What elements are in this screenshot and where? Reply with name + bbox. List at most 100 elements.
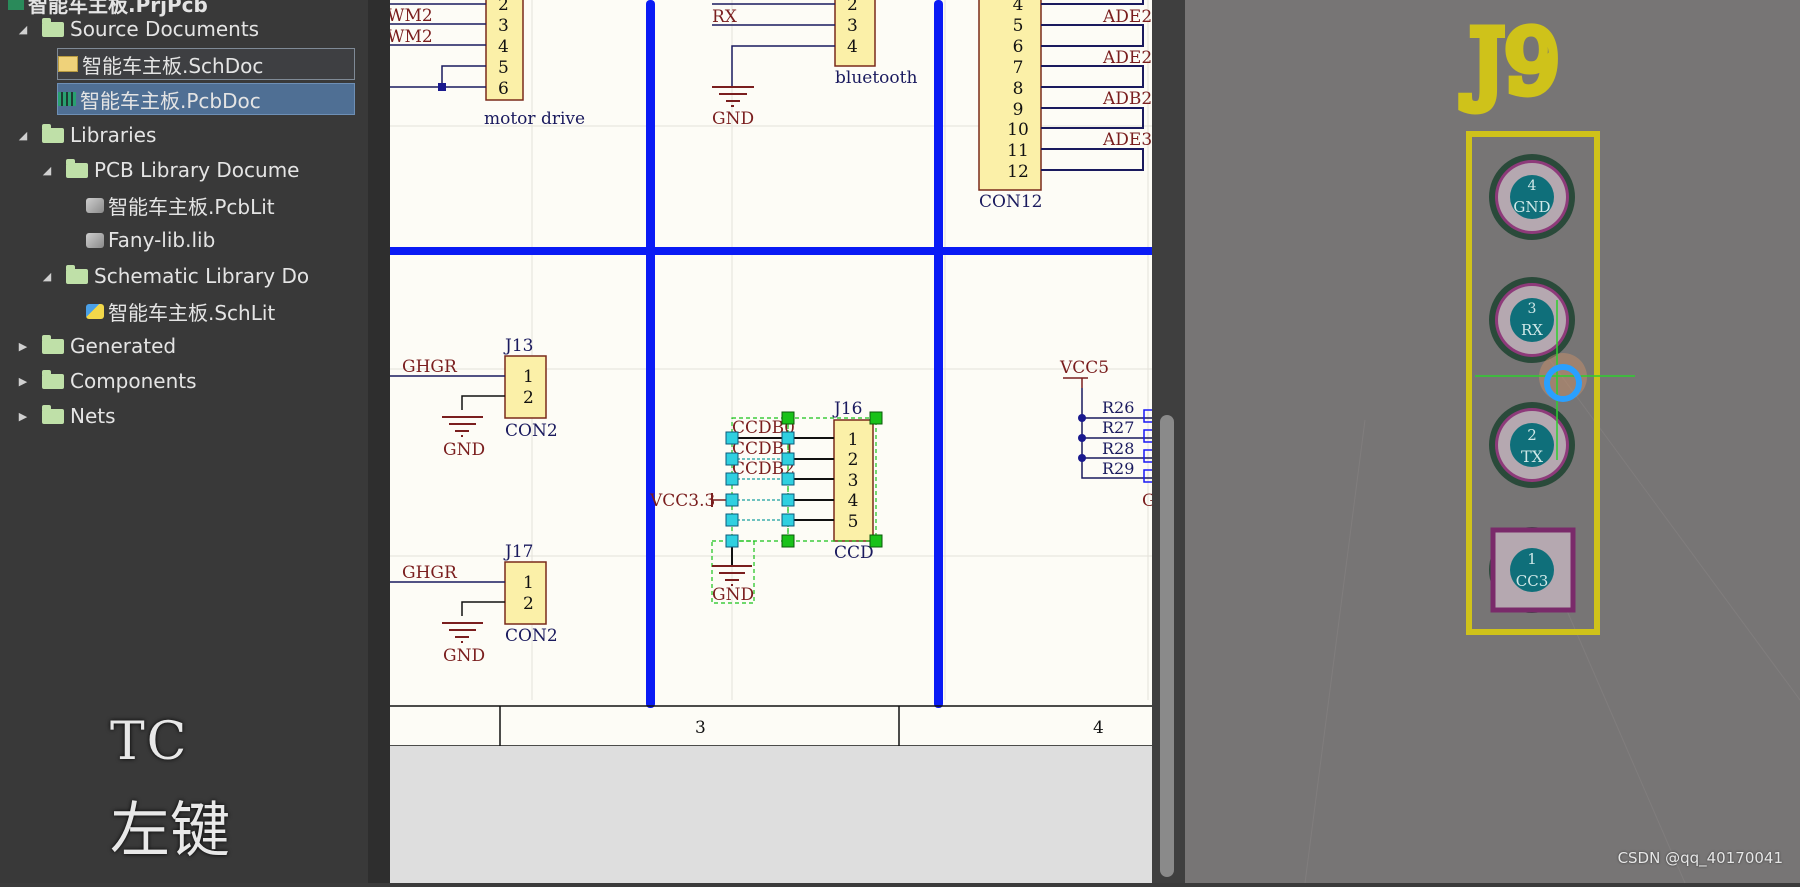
junction-dot [438, 83, 446, 91]
pad-net: CC3 [1516, 572, 1549, 590]
designator: J17 [503, 542, 533, 562]
pad-1[interactable]: 1 CC3 [1489, 527, 1576, 613]
collapse-arrow-icon[interactable]: ▶ [16, 410, 30, 423]
collapse-arrow-icon[interactable]: ▶ [16, 340, 30, 353]
tree-label: 智能车主板.PcbDoc [80, 88, 261, 113]
component-label: CON12 [979, 192, 1042, 212]
component-label: CON2 [505, 626, 558, 646]
schematic-doc-icon [58, 56, 78, 72]
tree-item-schematic-library-documents[interactable]: ◢ Schematic Library Do [40, 261, 309, 291]
component-motor-drive[interactable]: WM2 WM2 2 3 4 5 6 motor drive [387, 0, 585, 129]
folder-icon [42, 17, 64, 37]
pcb-canvas[interactable]: J9 4 GND 3 RX 2 TX 1 CC3 [1185, 0, 1800, 884]
pin-number: 5 [848, 512, 859, 532]
net-label-wm2-b: WM2 [390, 27, 433, 47]
pin-number: 7 [1013, 58, 1024, 78]
pcb-doc-icon [58, 92, 76, 106]
pad-2[interactable]: 2 TX [1489, 402, 1575, 488]
shortcut-action-text: 左键 [110, 796, 230, 866]
pin-number: 1 [523, 573, 534, 593]
pin-number: 3 [847, 16, 858, 36]
pin-number: 11 [1007, 141, 1029, 161]
silkscreen-designator: J9 [1462, 13, 1559, 113]
tree-item-pcbdoc[interactable]: 智能车主板.PcbDoc [57, 83, 355, 115]
net-label-rx: RX [712, 7, 738, 27]
pin-number: 5 [498, 58, 509, 78]
pcb-editor[interactable]: J9 4 GND 3 RX 2 TX 1 CC3 CSDN @qq_401700… [1185, 0, 1800, 884]
schematic-canvas[interactable]: WM2 WM2 2 3 4 5 6 motor drive RX 2 3 4 b… [387, 0, 1163, 747]
tree-item-pcblib[interactable]: 智能车主板.PcbLit [86, 190, 275, 220]
tree-item-components[interactable]: ▶ Components [16, 366, 197, 396]
gnd-label: GND [712, 585, 754, 605]
gnd-label: GND [712, 109, 754, 129]
gnd-label: GND [443, 440, 485, 460]
tree-label: PCB Library Docume [94, 158, 300, 182]
project-icon [8, 0, 24, 10]
net-label-ghgr: GHGR [402, 563, 458, 583]
pin-number: 2 [847, 0, 858, 15]
tree-label: Libraries [70, 123, 157, 147]
collapse-arrow-icon[interactable]: ▶ [16, 375, 30, 388]
tree-item-fany-lib[interactable]: Fany-lib.lib [86, 225, 215, 255]
net-label-wm2-a: WM2 [390, 6, 433, 26]
pad-3[interactable]: 3 RX [1489, 277, 1575, 363]
tree-item-schlib[interactable]: 智能车主板.SchLit [86, 296, 275, 326]
schematic-editor[interactable]: WM2 WM2 2 3 4 5 6 motor drive RX 2 3 4 b… [387, 0, 1163, 883]
tree-label: 智能车主板.SchLit [108, 300, 276, 325]
resistor-label: R28 [1102, 439, 1134, 458]
net-label: ADE21 [1102, 48, 1152, 68]
tree-item-generated[interactable]: ▶ Generated [16, 331, 176, 361]
tree-item-libraries[interactable]: ◢ Libraries [16, 120, 157, 150]
net-label: ADE22 [1102, 7, 1152, 27]
pin-number: 10 [1007, 120, 1029, 140]
component-label: CON2 [505, 421, 558, 441]
pin-number: 9 [1013, 100, 1024, 120]
tree-item-nets[interactable]: ▶ Nets [16, 401, 116, 431]
component-label: motor drive [484, 109, 585, 129]
pcb-library-icon [86, 232, 104, 248]
tree-item-schdoc[interactable]: 智能车主板.SchDoc [57, 48, 355, 80]
component-label: bluetooth [835, 68, 917, 88]
expand-arrow-icon[interactable]: ◢ [16, 23, 30, 36]
component-j16[interactable]: J16 CCDB0 CCDB1 CCDB2 VCC3.3 1 2 3 4 5 C… [649, 399, 883, 605]
shortcut-overlay: TC 左键 [110, 712, 230, 869]
power-label-vcc33: VCC3.3 [649, 491, 715, 511]
pin-number: 4 [498, 37, 509, 57]
pin-number: 6 [498, 79, 509, 99]
gnd-symbol [442, 622, 483, 643]
scrollbar-thumb[interactable] [1160, 415, 1174, 877]
folder-icon [66, 158, 88, 178]
resistor-label: R27 [1102, 418, 1134, 437]
net-label: ADB2 [1102, 89, 1152, 109]
pin-number: 4 [1013, 0, 1024, 15]
zone-marker-4: 4 [1093, 718, 1104, 738]
expand-arrow-icon[interactable]: ◢ [16, 129, 30, 142]
component-con12[interactable]: 4 5 6 7 8 9 10 11 12 CON12 ADE22 ADE21 A… [978, 0, 1163, 212]
pin-number: 2 [848, 450, 859, 470]
gnd-symbol [442, 416, 483, 437]
pad-number: 1 [1527, 550, 1537, 568]
folder-icon [42, 123, 64, 143]
tree-item-pcb-library-documents[interactable]: ◢ PCB Library Docume [40, 155, 300, 185]
expand-arrow-icon[interactable]: ◢ [40, 164, 54, 177]
pin-number: 3 [498, 16, 509, 36]
pad-4[interactable]: 4 GND [1489, 154, 1575, 240]
tree-item-source-documents[interactable]: ◢ Source Documents [16, 14, 259, 44]
pin-number: 6 [1013, 37, 1024, 57]
net-label-ghgr: GHGR [402, 357, 458, 377]
component-body [504, 355, 547, 419]
pad-number: 2 [1527, 426, 1537, 444]
pin-number: 3 [848, 471, 859, 491]
pad-net: RX [1521, 321, 1543, 339]
tree-label: Nets [70, 404, 116, 428]
tree-label: Schematic Library Do [94, 264, 310, 288]
shortcut-key-text: TC [110, 712, 189, 772]
pad-net: TX [1521, 447, 1544, 466]
component-resistor-group[interactable]: VCC5 R26 R27 R28 R29 G [1059, 358, 1156, 511]
component-bluetooth[interactable]: RX 2 3 4 bluetooth GND [712, 0, 917, 129]
folder-icon [42, 404, 64, 424]
expand-arrow-icon[interactable]: ◢ [40, 270, 54, 283]
folder-icon [66, 264, 88, 284]
schematic-sheet[interactable]: WM2 WM2 2 3 4 5 6 motor drive RX 2 3 4 b… [387, 0, 1163, 747]
panel-splitter[interactable] [368, 0, 390, 883]
